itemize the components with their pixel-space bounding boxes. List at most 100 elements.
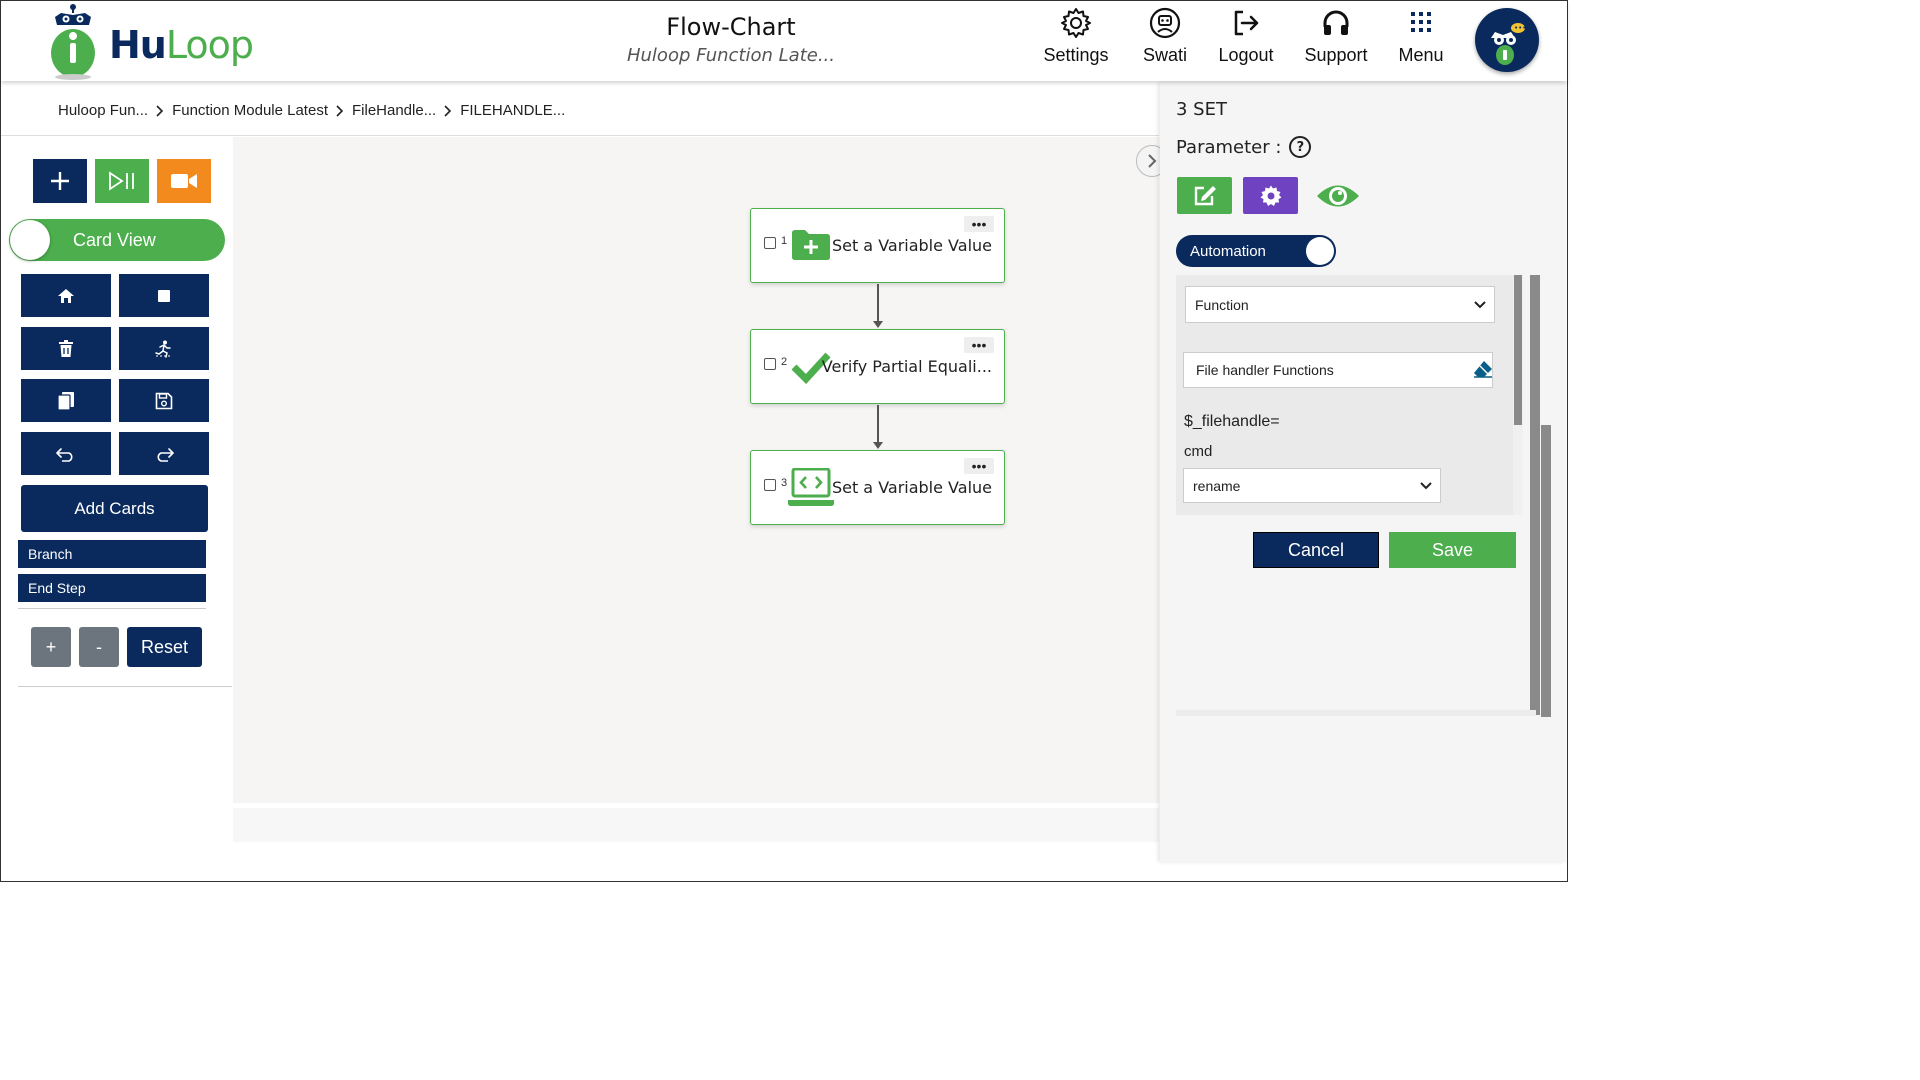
grid-menu-icon <box>1411 12 1431 32</box>
automation-toggle[interactable]: Automation <box>1176 235 1336 267</box>
undo-button[interactable] <box>21 432 111 475</box>
panel-scrollbar-thumb[interactable] <box>1530 275 1540 715</box>
gear-icon <box>1260 185 1281 206</box>
toolbar-divider <box>18 608 206 609</box>
flow-card-3[interactable]: 3 ••• Set a Variable Value <box>750 450 1005 525</box>
eraser-icon[interactable] <box>1473 360 1493 378</box>
save-button[interactable]: Save <box>1389 532 1516 568</box>
cmd-select[interactable]: rename <box>1183 468 1441 503</box>
edit-parameter-button[interactable] <box>1177 177 1232 214</box>
folder-plus-icon <box>792 230 830 260</box>
chevron-right-icon <box>156 104 164 117</box>
delete-button[interactable] <box>21 327 111 370</box>
flow-connector <box>877 405 879 442</box>
card-menu-dots: ••• <box>971 458 987 474</box>
help-icon[interactable]: ? <box>1289 136 1312 158</box>
form-scrollbar-thumb[interactable] <box>1514 275 1522 425</box>
card-menu-button[interactable]: ••• <box>964 337 994 353</box>
card-checkbox[interactable] <box>764 237 776 249</box>
toolbar-bottom-divider <box>18 686 232 687</box>
assistant-avatar[interactable]: ••• <box>1475 8 1539 72</box>
card-checkbox[interactable] <box>764 358 776 370</box>
eye-icon <box>1316 185 1359 206</box>
flow-canvas[interactable] <box>233 137 1159 803</box>
card-checkbox[interactable] <box>764 479 776 491</box>
end-step-label: End Step <box>28 580 86 596</box>
breadcrumb-item[interactable]: Function Module Latest <box>172 102 328 119</box>
reset-zoom-button[interactable]: Reset <box>127 627 202 667</box>
chevron-down-icon <box>1474 300 1486 308</box>
end-step-button[interactable]: End Step <box>18 574 206 602</box>
card-number: 1 <box>781 235 788 247</box>
card-menu-button[interactable]: ••• <box>964 216 994 232</box>
home-button[interactable] <box>21 274 111 317</box>
logout-icon <box>1234 10 1259 36</box>
type-select[interactable]: Function <box>1185 286 1495 323</box>
card-number: 2 <box>781 356 788 368</box>
chatbot-icon: ••• <box>1491 23 1526 65</box>
runner-button[interactable] <box>119 327 209 370</box>
card-menu-button[interactable]: ••• <box>964 458 994 474</box>
stop-button[interactable] <box>119 274 209 317</box>
cancel-button[interactable]: Cancel <box>1253 532 1379 568</box>
plus-icon <box>51 172 69 190</box>
card-label: Set a Variable Value <box>831 236 992 255</box>
save-label: Save <box>1431 539 1474 560</box>
laptop-code-icon <box>788 468 834 506</box>
zoom-in-button[interactable]: + <box>31 627 71 667</box>
card-menu-dots: ••• <box>971 216 987 232</box>
flow-card-1[interactable]: 1 ••• Set a Variable Value <box>750 208 1005 283</box>
logo-prefix: Hu <box>109 23 167 67</box>
running-person-icon <box>155 340 172 358</box>
preview-button[interactable] <box>1310 177 1365 214</box>
nav-logout[interactable]: Logout <box>1215 7 1277 66</box>
gear-icon <box>1061 8 1091 38</box>
floppy-disk-icon <box>155 392 173 409</box>
card-view-toggle[interactable]: Card View <box>9 219 225 261</box>
panel-scrollbar-thumb-secondary[interactable] <box>1541 425 1551 717</box>
trash-icon <box>59 339 73 357</box>
flow-arrowhead <box>873 442 883 449</box>
home-icon <box>58 288 74 303</box>
save-flow-button[interactable] <box>119 379 209 422</box>
flow-arrowhead <box>873 321 883 328</box>
breadcrumb-item[interactable]: Huloop Fun... <box>58 102 148 119</box>
parameter-settings-button[interactable] <box>1243 177 1298 214</box>
nav-settings[interactable]: Settings <box>1039 7 1113 66</box>
zoom-out-button[interactable]: - <box>79 627 119 667</box>
logo-wordmark: HuLoop <box>109 23 254 67</box>
breadcrumb-item[interactable]: FileHandle... <box>352 102 436 119</box>
nav-support[interactable]: Support <box>1301 7 1371 66</box>
automation-label: Automation <box>1190 243 1266 260</box>
headphones-icon <box>1323 10 1349 35</box>
card-label: Set a Variable Value <box>831 478 992 497</box>
edit-icon <box>1194 185 1216 205</box>
step-title: 3 SET <box>1176 99 1227 120</box>
copy-button[interactable] <box>21 379 111 422</box>
toggle-knob <box>10 220 50 260</box>
cancel-label: Cancel <box>1287 539 1345 560</box>
breadcrumb: Huloop Fun... Function Module Latest Fil… <box>58 102 565 119</box>
huloop-logo[interactable]: HuLoop <box>45 3 265 80</box>
nav-user[interactable]: Swati <box>1137 7 1193 66</box>
nav-settings-label: Settings <box>1043 45 1109 65</box>
chevron-right-icon <box>1148 154 1157 168</box>
add-cards-button[interactable]: Add Cards <box>21 485 208 532</box>
flow-card-2[interactable]: 2 ••• Verify Partial Equali... <box>750 329 1005 404</box>
nav-menu-label: Menu <box>1398 45 1444 65</box>
add-step-button[interactable] <box>33 159 87 203</box>
record-video-button[interactable] <box>157 159 211 203</box>
nav-menu[interactable]: Menu <box>1395 7 1447 66</box>
function-input[interactable] <box>1183 352 1493 388</box>
breadcrumb-item[interactable]: FILEHANDLE... <box>460 102 565 119</box>
reset-label: Reset <box>140 636 189 657</box>
branch-button[interactable]: Branch <box>18 540 206 568</box>
undo-icon <box>56 447 73 462</box>
type-select-value: Function <box>1195 296 1249 313</box>
parameter-form: Function $_filehandle= cmd rename <box>1176 275 1514 515</box>
toggle-knob <box>1306 237 1334 265</box>
variable-label: $_filehandle= <box>1184 413 1280 430</box>
redo-button[interactable] <box>119 432 209 475</box>
cmd-label: cmd <box>1184 443 1213 460</box>
play-pause-button[interactable] <box>95 159 149 203</box>
